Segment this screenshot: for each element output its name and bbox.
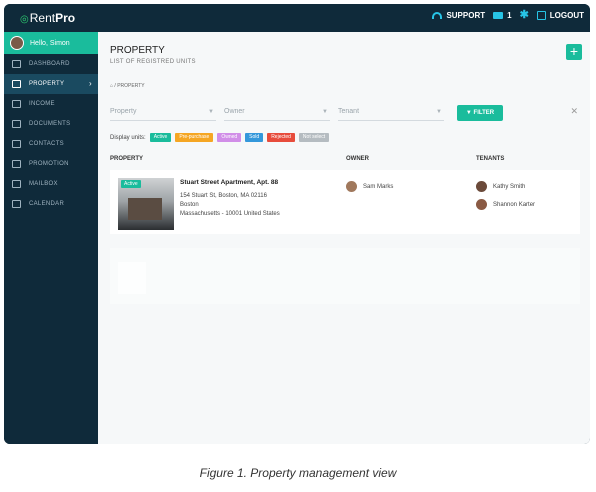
greeting-text: Hello, Simon (30, 39, 70, 47)
logo[interactable]: ◎RentPro (20, 11, 75, 25)
sidebar-item-dashboard[interactable]: DASHBOARD (4, 54, 98, 74)
owner-name: Sam Marks (363, 183, 394, 190)
owner-cell[interactable]: Sam Marks (346, 181, 393, 192)
card-icon (12, 100, 21, 108)
mail-icon (12, 180, 21, 188)
column-property: PROPERTY (110, 156, 144, 162)
gear-icon: ✱ (519, 9, 529, 21)
property-photo[interactable]: Active (118, 178, 174, 230)
placeholder-row (110, 248, 580, 304)
support-button[interactable]: SUPPORT (432, 11, 485, 20)
logout-icon (536, 11, 546, 20)
contacts-icon (12, 140, 21, 148)
tenant-item[interactable]: Kathy Smith (476, 181, 525, 192)
mail-button[interactable]: 1 (493, 11, 512, 20)
property-select-placeholder: Property (110, 108, 137, 115)
property-name[interactable]: Stuart Street Apartment, Apt. 88 (180, 179, 278, 186)
app-window: ◎RentPro SUPPORT 1 ✱ LOGOUT Hello, Simon (4, 4, 590, 444)
sidebar-item-contacts[interactable]: CONTACTS (4, 134, 98, 154)
close-icon[interactable]: ✕ (570, 106, 578, 117)
document-icon (12, 120, 21, 128)
sidebar-item-income[interactable]: INCOME (4, 94, 98, 114)
support-label: SUPPORT (446, 11, 486, 20)
placeholder-thumbnail (118, 262, 146, 294)
dashboard-icon (12, 60, 21, 68)
filter-button-label: FILTER (473, 110, 495, 116)
status-badge: Active (121, 180, 141, 188)
chip-active[interactable]: Active (149, 133, 172, 142)
logo-bold: Pro (55, 11, 76, 25)
sidebar-item-label: PROPERTY (29, 81, 65, 87)
filter-icon: ▼ (465, 110, 472, 116)
chip-pre-purchase[interactable]: Pre-purchase (175, 133, 214, 142)
mail-icon (493, 12, 504, 19)
logo-prefix: Rent (29, 11, 56, 25)
sidebar-item-label: CALENDAR (29, 201, 65, 207)
chip-not-select[interactable]: Not select (298, 133, 330, 142)
avatar (346, 181, 357, 192)
filter-bar: Property ▼ Owner ▼ Tenant ▼ ▼ FILTER ✕ (110, 104, 580, 122)
sidebar-item-label: PROMOTION (29, 161, 69, 167)
sidebar-item-label: DOCUMENTS (29, 121, 71, 127)
property-select[interactable]: Property ▼ (110, 104, 216, 121)
chip-sold[interactable]: Sold (245, 133, 264, 142)
calendar-icon (12, 200, 21, 208)
logout-button[interactable]: LOGOUT (536, 11, 584, 20)
address-line-2: Boston (180, 202, 199, 208)
add-property-button[interactable]: + (566, 44, 582, 60)
address-line-3: Massachusetts - 10001 United States (180, 211, 280, 217)
sidebar-item-mailbox[interactable]: MAILBOX (4, 174, 98, 194)
avatar (476, 199, 487, 210)
sidebar-item-label: CONTACTS (29, 141, 64, 147)
sidebar-item-label: INCOME (29, 101, 55, 107)
column-owner: OWNER (346, 156, 369, 162)
logout-label: LOGOUT (549, 11, 584, 20)
sidebar-item-label: MAILBOX (29, 181, 58, 187)
headset-icon (432, 12, 443, 19)
breadcrumb-current: PROPERTY (117, 83, 145, 89)
user-greeting[interactable]: Hello, Simon (4, 32, 98, 54)
owner-select-placeholder: Owner (224, 108, 245, 115)
tenant-item[interactable]: Shannon Karter (476, 199, 535, 210)
chevron-down-icon: ▼ (322, 109, 328, 115)
column-tenants: TENANTS (476, 156, 505, 162)
megaphone-icon (12, 160, 21, 168)
avatar (10, 36, 24, 50)
filter-button[interactable]: ▼ FILTER (457, 105, 503, 121)
figure-caption: Figure 1. Property management view (199, 466, 397, 480)
page-title: PROPERTY (110, 45, 165, 56)
sidebar-item-documents[interactable]: DOCUMENTS (4, 114, 98, 134)
mail-count: 1 (507, 11, 512, 20)
sidebar-item-property[interactable]: PROPERTY › (4, 74, 98, 94)
chevron-down-icon: ▼ (208, 109, 214, 115)
chevron-down-icon: ▼ (436, 109, 442, 115)
top-bar: ◎RentPro SUPPORT 1 ✱ LOGOUT (4, 4, 590, 32)
chip-rejected[interactable]: Rejected (267, 133, 295, 142)
tenant-select-placeholder: Tenant (338, 108, 360, 115)
display-units-label: Display units: (110, 134, 146, 141)
list-icon (12, 80, 21, 88)
address-line-1: 154 Stuart St, Boston, MA 02116 (180, 193, 267, 199)
sidebar-item-calendar[interactable]: CALENDAR (4, 194, 98, 214)
chip-owned[interactable]: Owned (217, 133, 242, 142)
main-content: PROPERTY LIST OF REGISTRED UNITS + ⌂ / P… (98, 32, 590, 444)
logo-mark-icon: ◎ (20, 14, 29, 25)
sidebar-item-promotion[interactable]: PROMOTION (4, 154, 98, 174)
settings-button[interactable]: ✱ (519, 9, 529, 21)
tenant-name: Kathy Smith (493, 183, 526, 190)
tenant-name: Shannon Karter (493, 201, 536, 208)
page-subtitle: LIST OF REGISTRED UNITS (110, 59, 196, 65)
table-row[interactable]: Active Stuart Street Apartment, Apt. 88 … (110, 170, 580, 234)
breadcrumb: ⌂ / PROPERTY (110, 83, 145, 89)
sidebar: Hello, Simon DASHBOARD PROPERTY › INCOME … (4, 32, 98, 444)
avatar (476, 181, 487, 192)
display-units: Display units: Active Pre-purchase Owned… (110, 133, 330, 142)
owner-select[interactable]: Owner ▼ (224, 104, 330, 121)
home-icon[interactable]: ⌂ (110, 83, 113, 89)
tenant-select[interactable]: Tenant ▼ (338, 104, 444, 121)
sidebar-item-label: DASHBOARD (29, 61, 70, 67)
kitchen-image (128, 198, 162, 220)
chevron-right-icon: › (89, 79, 92, 88)
